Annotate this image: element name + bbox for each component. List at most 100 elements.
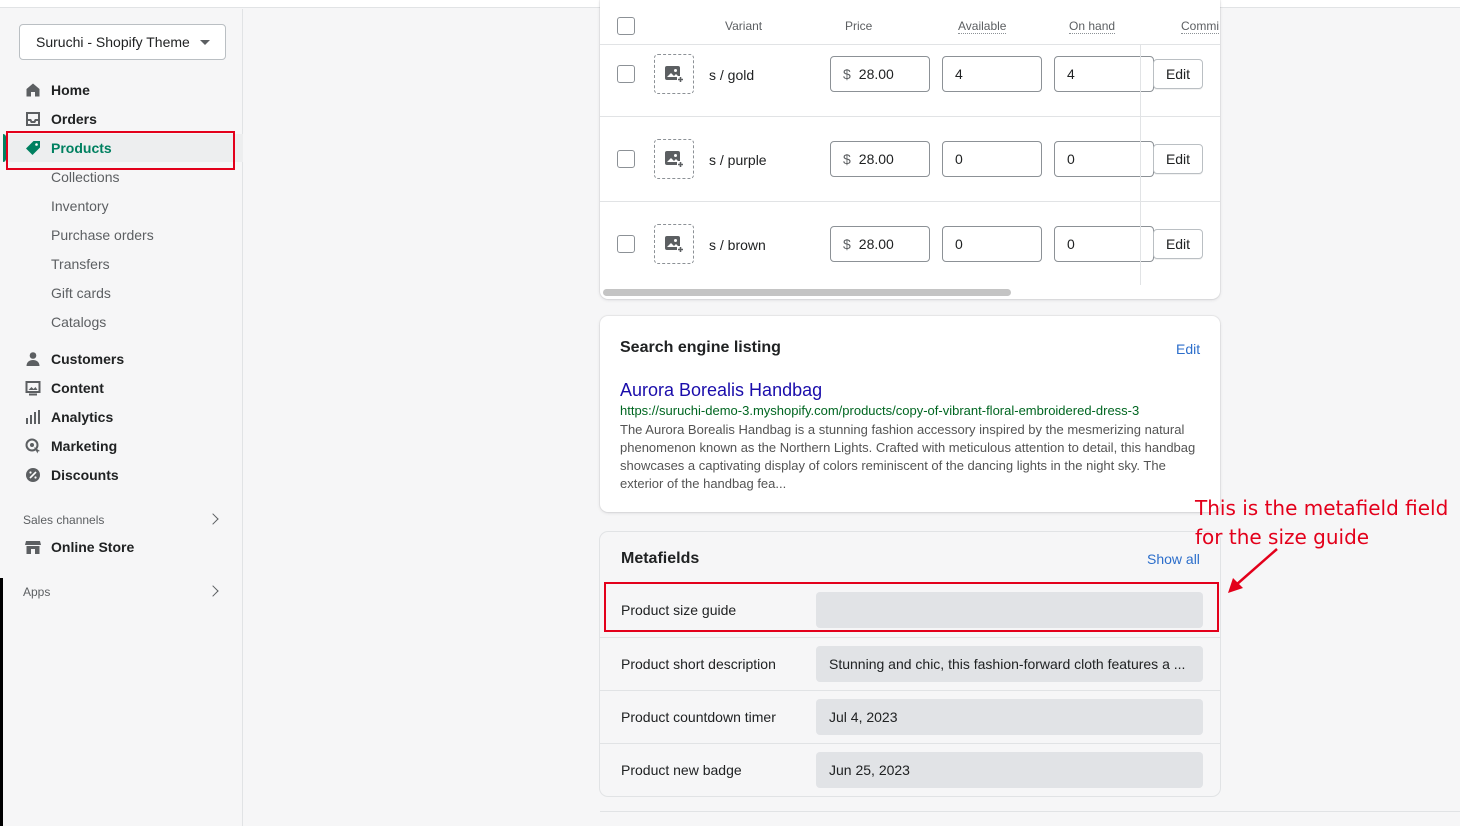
add-image-icon[interactable] [654, 54, 694, 94]
seo-description: The Aurora Borealis Handbag is a stunnin… [620, 422, 1196, 491]
search-engine-listing-card: Search engine listing Edit Aurora Boreal… [600, 316, 1220, 512]
available-input[interactable]: 4 [942, 56, 1042, 92]
table-row[interactable]: s / brown $28.00 0 0 Edit [600, 202, 1220, 287]
seo-url: https://suruchi-demo-3.myshopify.com/pro… [620, 403, 1140, 418]
on-hand-input[interactable]: 0 [1054, 141, 1154, 177]
price-input[interactable]: $28.00 [830, 226, 930, 262]
nav-customers[interactable]: Customers [3, 345, 243, 373]
add-image-icon[interactable] [654, 139, 694, 179]
new-badge-input[interactable]: Jun 25, 2023 [816, 752, 1203, 788]
metafield-row-new-badge[interactable]: Product new badge Jun 25, 2023 [600, 743, 1220, 796]
metafield-label: Product new badge [621, 762, 742, 778]
discount-icon [26, 468, 40, 482]
nav-purchase-orders[interactable]: Purchase orders [51, 227, 154, 247]
edit-variant-button[interactable]: Edit [1153, 59, 1203, 89]
bar-chart-icon [26, 410, 40, 424]
header-price: Price [845, 19, 873, 33]
show-all-link[interactable]: Show all [1147, 551, 1200, 567]
price-input[interactable]: $28.00 [830, 56, 930, 92]
nav-orders[interactable]: Orders [3, 105, 243, 133]
store-selector[interactable]: Suruchi - Shopify Theme [19, 24, 226, 60]
nav-analytics[interactable]: Analytics [3, 403, 243, 431]
nav-analytics-label: Analytics [51, 409, 114, 425]
header-variant: Variant [725, 19, 763, 33]
content-icon [25, 381, 41, 396]
available-input[interactable]: 0 [942, 141, 1042, 177]
on-hand-input[interactable]: 4 [1054, 56, 1154, 92]
nav-content[interactable]: Content [3, 374, 243, 402]
currency-symbol: $ [843, 151, 851, 167]
edit-variant-button[interactable]: Edit [1153, 144, 1203, 174]
metafield-label: Product countdown timer [621, 709, 776, 725]
price-value: 28.00 [858, 151, 894, 167]
apps-heading[interactable]: Apps [23, 585, 50, 599]
caret-down-icon [199, 39, 210, 45]
metafields-card: Metafields Show all Product size guide P… [600, 532, 1220, 796]
countdown-timer-input[interactable]: Jul 4, 2023 [816, 699, 1203, 735]
on-hand-input[interactable]: 0 [1054, 226, 1154, 262]
available-input[interactable]: 0 [942, 226, 1042, 262]
person-icon [26, 352, 40, 366]
currency-symbol: $ [843, 236, 851, 252]
nav-catalogs[interactable]: Catalogs [51, 314, 106, 334]
nav-gift-cards[interactable]: Gift cards [51, 285, 111, 305]
row-checkbox[interactable] [617, 150, 635, 168]
edit-variant-button[interactable]: Edit [1153, 229, 1203, 259]
nav-online-store[interactable]: Online Store [3, 533, 243, 561]
metafield-label: Product short description [621, 656, 776, 672]
price-input[interactable]: $28.00 [830, 141, 930, 177]
chevron-right-icon[interactable] [207, 585, 219, 597]
nav-customers-label: Customers [51, 351, 125, 367]
size-guide-input[interactable] [816, 592, 1203, 628]
short-description-input[interactable]: Stunning and chic, this fashion-forward … [816, 646, 1203, 682]
row-checkbox[interactable] [617, 235, 635, 253]
on-hand-value: 0 [1067, 151, 1075, 167]
available-value: 0 [955, 236, 963, 252]
metafield-row-countdown-timer[interactable]: Product countdown timer Jul 4, 2023 [600, 690, 1220, 743]
seo-page-title[interactable]: Aurora Borealis Handbag [620, 380, 822, 401]
table-row[interactable]: s / gold $28.00 4 4 Edit [600, 32, 1220, 117]
target-icon [25, 438, 40, 454]
nav-transfers[interactable]: Transfers [51, 256, 110, 276]
nav-collections[interactable]: Collections [51, 169, 119, 189]
price-value: 28.00 [858, 236, 894, 252]
inbox-icon [26, 112, 40, 126]
nav-products-label: Products [51, 140, 112, 156]
on-hand-value: 0 [1067, 236, 1075, 252]
variant-name: s / purple [709, 152, 767, 168]
tag-icon [26, 141, 40, 155]
available-value: 4 [955, 66, 963, 82]
annotation-text: This is the metafield field for the size… [1195, 494, 1448, 552]
nav-home-label: Home [51, 82, 90, 98]
nav-discounts-label: Discounts [51, 467, 119, 483]
variant-name: s / gold [709, 67, 755, 83]
annotation-arrow-icon [1228, 548, 1278, 593]
nav-discounts[interactable]: Discounts [3, 461, 243, 489]
available-value: 0 [955, 151, 963, 167]
nav-inventory[interactable]: Inventory [51, 198, 109, 218]
currency-symbol: $ [843, 66, 851, 82]
table-row[interactable]: s / purple $28.00 0 0 Edit [600, 117, 1220, 202]
row-checkbox[interactable] [617, 65, 635, 83]
metafield-row-size-guide[interactable]: Product size guide [600, 584, 1220, 637]
nav-home[interactable]: Home [3, 76, 243, 104]
add-image-icon[interactable] [654, 224, 694, 264]
home-icon [26, 83, 40, 97]
nav-products[interactable]: Products [3, 134, 243, 162]
active-indicator [3, 134, 6, 162]
annotation-line-1: This is the metafield field [1195, 496, 1449, 520]
variant-name: s / brown [709, 237, 766, 253]
metafield-row-short-description[interactable]: Product short description Stunning and c… [600, 637, 1220, 690]
page-divider [600, 811, 1460, 812]
sales-channels-heading: Sales channels [23, 513, 105, 527]
nav-marketing[interactable]: Marketing [3, 432, 243, 460]
nav-online-store-label: Online Store [51, 539, 135, 555]
price-value: 28.00 [858, 66, 894, 82]
horizontal-scrollbar[interactable] [603, 289, 1011, 296]
metafield-label: Product size guide [621, 602, 737, 618]
seo-heading: Search engine listing [620, 339, 781, 356]
store-name: Suruchi - Shopify Theme [36, 34, 190, 50]
seo-edit-link[interactable]: Edit [1176, 341, 1200, 357]
chevron-right-icon[interactable] [207, 513, 219, 525]
nav-orders-label: Orders [51, 111, 97, 127]
